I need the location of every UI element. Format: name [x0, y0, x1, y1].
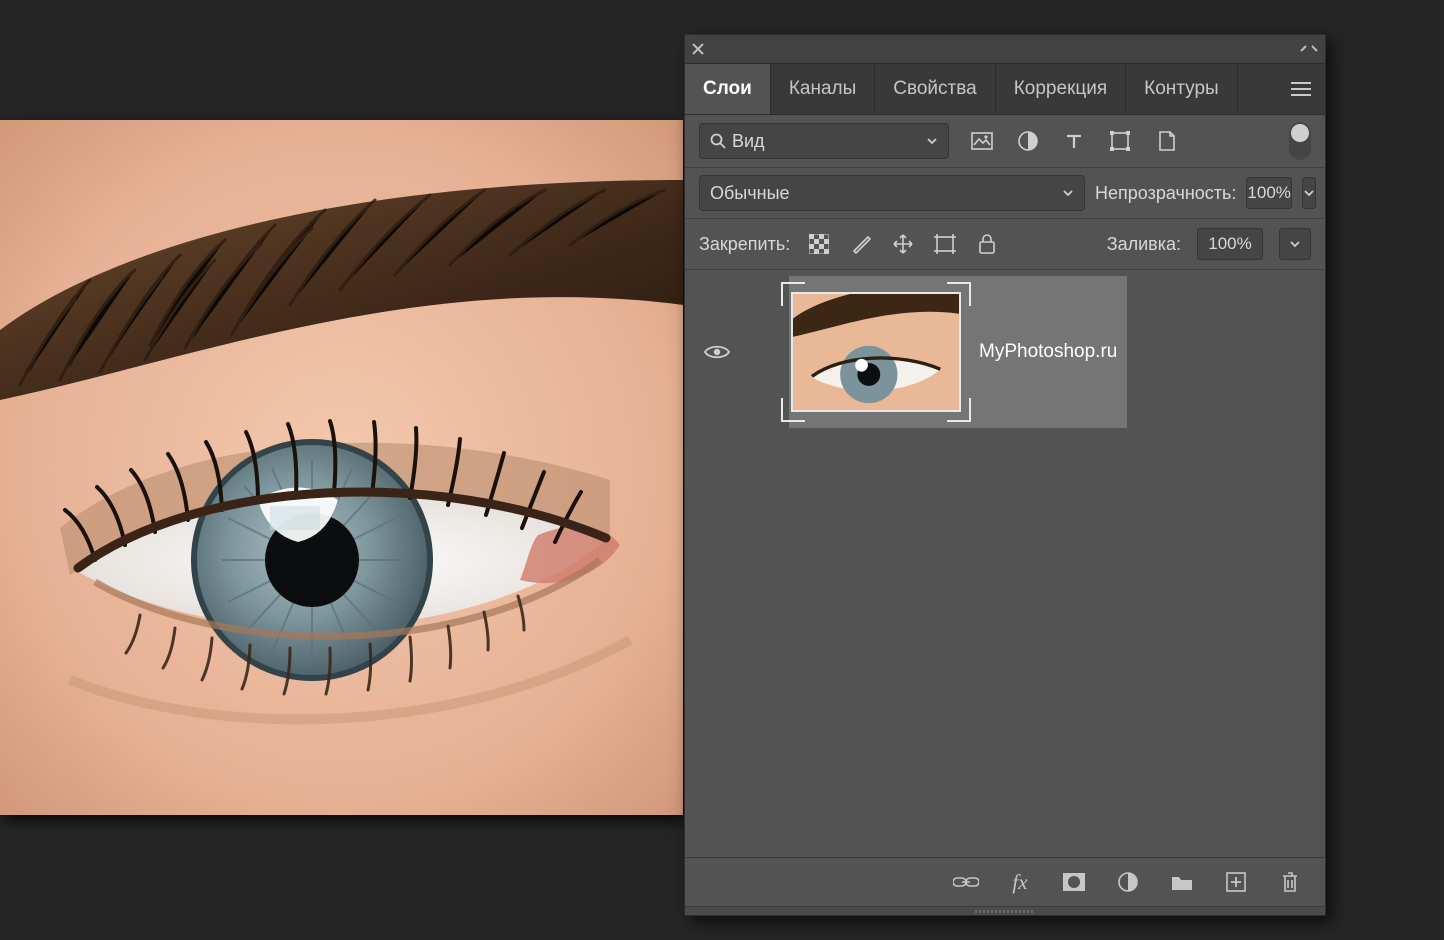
tab-label: Слои [703, 78, 752, 100]
layer-list: MyPhotoshop.ru [685, 270, 1325, 434]
tab-paths[interactable]: Контуры [1126, 64, 1238, 114]
panel-tabs: Слои Каналы Свойства Коррекция Контуры [685, 64, 1325, 115]
tab-label: Каналы [789, 78, 856, 100]
blend-mode-value: Обычные [710, 183, 790, 204]
delete-layer-icon[interactable] [1277, 869, 1303, 895]
filter-smartobject-icon[interactable] [1153, 128, 1179, 154]
panel-menu-icon[interactable] [1277, 64, 1325, 114]
opacity-label: Непрозрачность: [1095, 183, 1236, 204]
filter-toggle-switch[interactable] [1289, 122, 1311, 160]
lock-row: Закрепить: Заливка: 100% [685, 219, 1325, 270]
layer-row[interactable]: MyPhotoshop.ru [685, 270, 1325, 434]
layer-thumbnail[interactable] [791, 292, 961, 412]
chevron-down-icon [926, 135, 938, 147]
opacity-dropdown[interactable] [1302, 177, 1316, 209]
tab-adjustments[interactable]: Коррекция [996, 64, 1126, 114]
fill-label: Заливка: [1107, 234, 1181, 255]
chevron-down-icon [1062, 187, 1074, 199]
layer-filter-row: Вид [685, 115, 1325, 168]
new-group-icon[interactable] [1169, 869, 1195, 895]
filter-kind-label: Вид [732, 131, 765, 152]
filter-type-icon[interactable] [1061, 128, 1087, 154]
chevron-down-icon [1303, 187, 1315, 199]
filter-adjustment-icon[interactable] [1015, 128, 1041, 154]
lock-transparency-icon[interactable] [806, 231, 832, 257]
opacity-value[interactable]: 100% [1246, 177, 1291, 209]
eye-thumb [793, 294, 959, 410]
new-layer-icon[interactable] [1223, 869, 1249, 895]
visibility-eye-icon[interactable] [697, 343, 737, 361]
panel-resize-grip[interactable] [685, 907, 1325, 915]
tab-properties[interactable]: Свойства [875, 64, 995, 114]
layer-name[interactable]: MyPhotoshop.ru [979, 341, 1117, 363]
chevron-down-icon [1289, 238, 1301, 250]
filter-pixel-icon[interactable] [969, 128, 995, 154]
link-layers-icon[interactable] [953, 869, 979, 895]
tab-channels[interactable]: Каналы [771, 64, 875, 114]
search-icon [710, 133, 726, 149]
lock-pixels-icon[interactable] [848, 231, 874, 257]
lock-position-icon[interactable] [890, 231, 916, 257]
lock-all-icon[interactable] [974, 231, 1000, 257]
blend-row: Обычные Непрозрачность: 100% [685, 168, 1325, 219]
lock-artboard-icon[interactable] [932, 231, 958, 257]
add-mask-icon[interactable] [1061, 869, 1087, 895]
layer-style-icon[interactable]: fx [1007, 869, 1033, 895]
lock-label: Закрепить: [699, 234, 790, 255]
document-canvas[interactable] [0, 120, 683, 815]
eye-photo [0, 120, 683, 815]
tab-label: Контуры [1144, 78, 1219, 100]
new-adjustment-layer-icon[interactable] [1115, 869, 1141, 895]
collapse-icon[interactable] [1299, 43, 1319, 55]
tab-layers[interactable]: Слои [685, 64, 771, 114]
tab-label: Свойства [893, 78, 976, 100]
blend-mode-select[interactable]: Обычные [699, 175, 1085, 211]
layers-panel: Слои Каналы Свойства Коррекция Контуры В… [684, 34, 1326, 916]
close-icon[interactable] [691, 42, 709, 56]
tab-label: Коррекция [1014, 78, 1107, 100]
fill-value[interactable]: 100% [1197, 228, 1263, 260]
fill-dropdown[interactable] [1279, 228, 1311, 260]
filter-shape-icon[interactable] [1107, 128, 1133, 154]
layers-bottom-toolbar: fx [685, 857, 1325, 907]
filter-kind-select[interactable]: Вид [699, 123, 949, 159]
panel-titlebar [685, 35, 1325, 64]
